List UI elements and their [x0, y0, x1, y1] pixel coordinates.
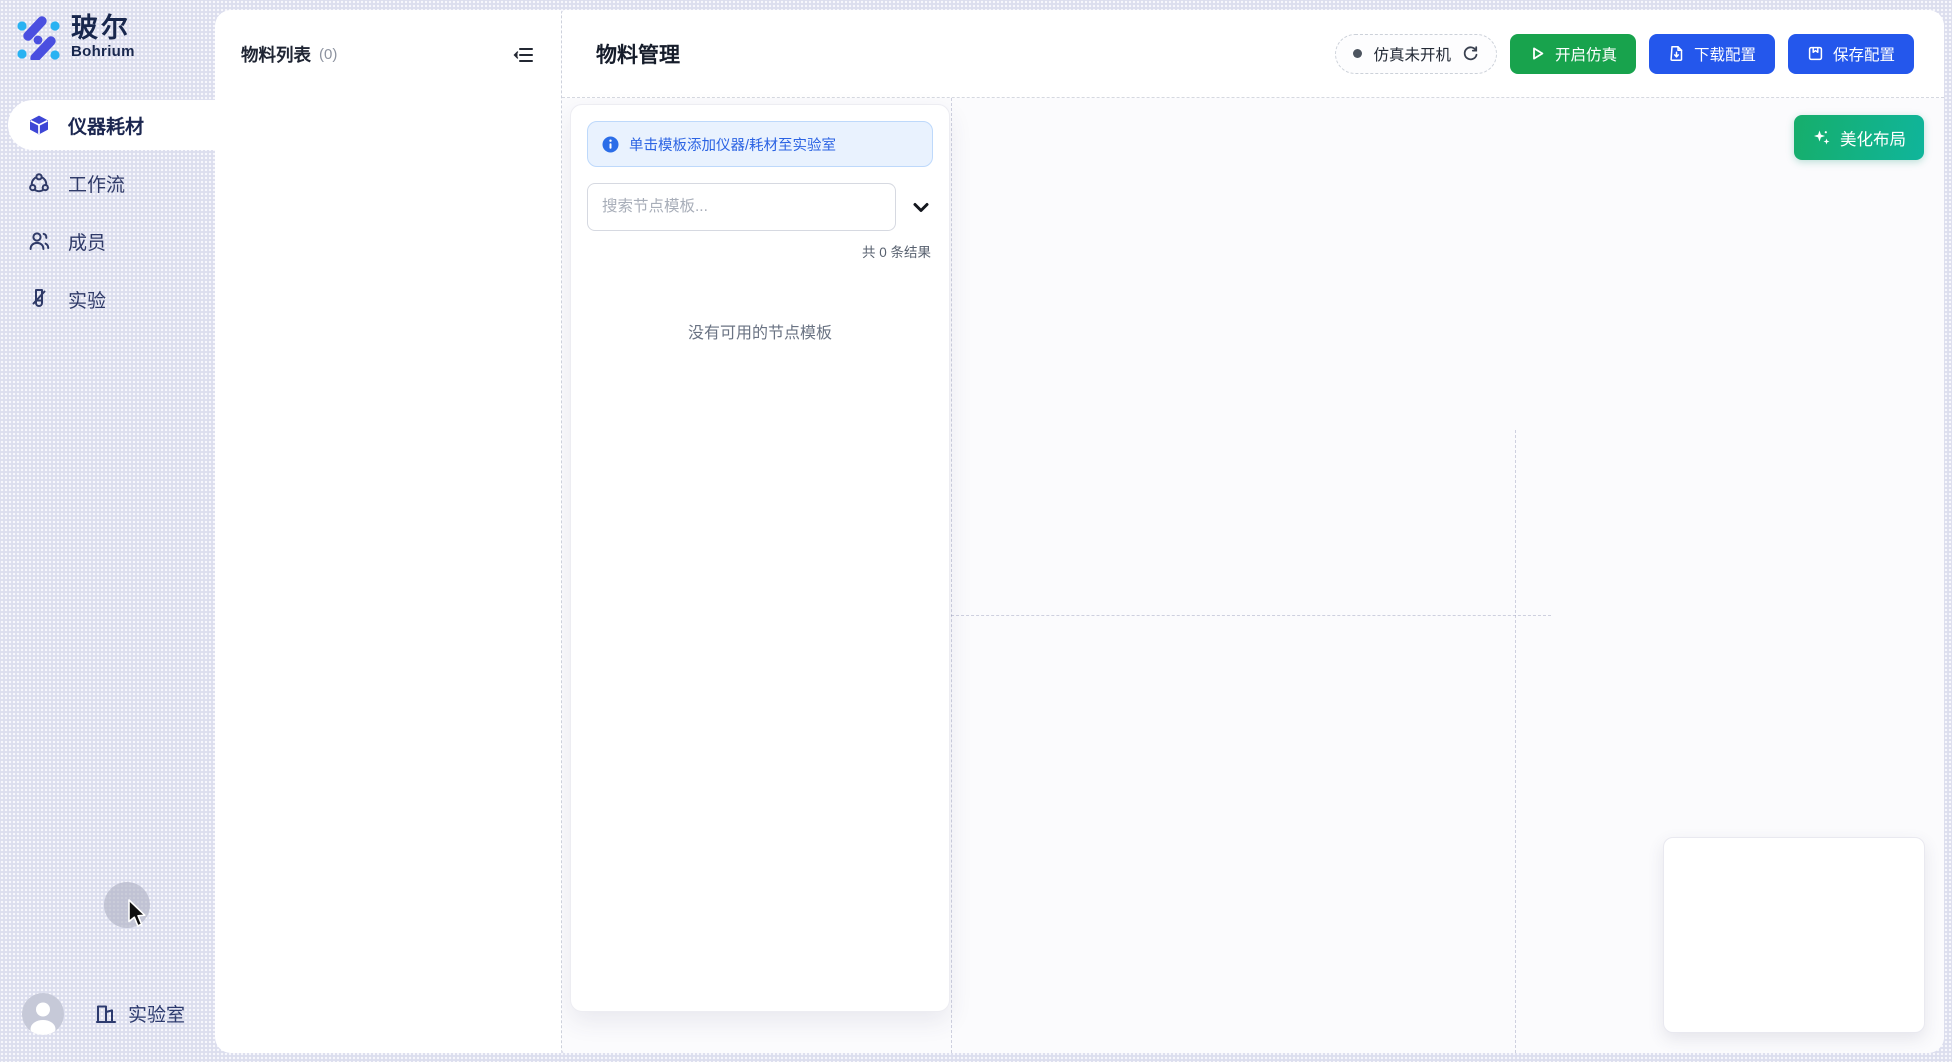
menu-fold-icon[interactable]: [513, 44, 535, 66]
canvas-guide-line: [951, 615, 1551, 616]
chevron-down-icon[interactable]: [909, 195, 933, 219]
refresh-icon[interactable]: [1462, 45, 1479, 62]
template-search-row: [587, 183, 933, 231]
sidebar-item-label: 仪器耗材: [68, 112, 144, 139]
info-icon: [602, 136, 619, 153]
status-dot: [1353, 49, 1362, 58]
sparkles-icon: [1812, 128, 1831, 147]
sidebar-item-members[interactable]: 成员: [0, 216, 215, 266]
sidebar-footer: 实验室: [0, 992, 215, 1036]
save-icon: [1807, 45, 1824, 62]
brand-logo[interactable]: 玻尔 Bohrium: [14, 12, 215, 60]
header-actions: 仿真未开机 开启仿真: [1335, 34, 1914, 74]
building-icon: [93, 1001, 119, 1027]
template-search-input[interactable]: [587, 183, 896, 231]
members-icon: [27, 229, 51, 253]
download-file-icon: [1668, 45, 1685, 62]
canvas-guide-line: [951, 98, 952, 1053]
brand-name-zh: 玻尔: [71, 13, 135, 43]
app-root: 玻尔 Bohrium 仪器耗材: [0, 0, 1952, 1062]
main-header: 物料管理 仿真未开机 开启仿真: [562, 10, 1944, 98]
experiment-icon: [27, 287, 51, 311]
sidebar-nav: 仪器耗材 工作流: [0, 100, 215, 324]
material-list-count: (0): [319, 46, 337, 63]
lab-label: 实验室: [128, 1000, 185, 1027]
flow-minimap[interactable]: [1663, 837, 1925, 1033]
download-config-button[interactable]: 下载配置: [1649, 34, 1775, 74]
sidebar-item-instruments[interactable]: 仪器耗材: [8, 100, 215, 150]
main-panel: 物料管理 仿真未开机 开启仿真: [561, 10, 1944, 1053]
canvas-guide-line: [1515, 430, 1516, 1053]
sidebar-item-label: 成员: [68, 228, 106, 255]
workflow-icon: [27, 171, 51, 195]
template-panel: 单击模板添加仪器/耗材至实验室 共 0 条结果 没有可用的节点模板: [570, 104, 950, 1012]
info-banner-text: 单击模板添加仪器/耗材至实验室: [629, 134, 836, 155]
sidebar-item-workflow[interactable]: 工作流: [0, 158, 215, 208]
material-list-title: 物料列表: [241, 42, 311, 67]
brand-name-en: Bohrium: [71, 43, 135, 60]
sidebar-item-experiment[interactable]: 实验: [0, 274, 215, 324]
mouse-cursor-icon: [127, 899, 149, 931]
beautify-layout-button[interactable]: 美化布局: [1794, 115, 1924, 160]
cube-icon: [27, 113, 51, 137]
material-list-panel: 物料列表 (0): [215, 10, 561, 1053]
bohrium-logo-icon: [14, 12, 62, 60]
start-simulation-button[interactable]: 开启仿真: [1510, 34, 1636, 74]
play-icon: [1529, 45, 1546, 62]
material-list-header: 物料列表 (0): [215, 10, 561, 67]
flow-canvas[interactable]: 美化布局 单击模板添加仪器/耗材至实验室: [562, 98, 1944, 1053]
lab-switcher[interactable]: 实验室: [93, 1000, 185, 1027]
search-result-count: 共 0 条结果: [587, 241, 933, 261]
empty-template-message: 没有可用的节点模板: [587, 319, 933, 343]
simulation-status-pill: 仿真未开机: [1335, 34, 1497, 74]
sidebar-item-label: 实验: [68, 286, 106, 313]
info-banner: 单击模板添加仪器/耗材至实验室: [587, 121, 933, 167]
save-config-button[interactable]: 保存配置: [1788, 34, 1914, 74]
page-title: 物料管理: [596, 39, 680, 69]
user-avatar[interactable]: [22, 993, 64, 1035]
sidebar-item-label: 工作流: [68, 170, 125, 197]
simulation-status-text: 仿真未开机: [1373, 43, 1451, 65]
